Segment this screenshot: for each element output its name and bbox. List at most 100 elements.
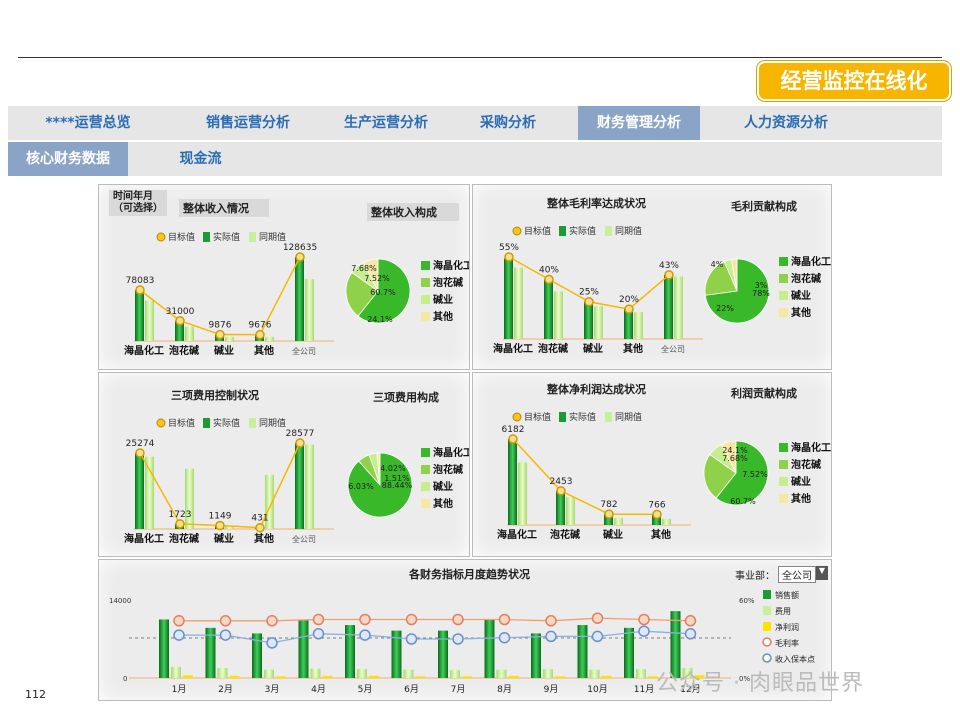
y-left-max: 14000 [109,597,131,605]
main-nav: ****运营总览 销售运营分析 生产运营分析 采购分析 财务管理分析 人力资源分… [8,106,942,140]
legend-target: 目标值 [168,417,195,429]
actual-legend-icon [203,418,210,428]
target-legend-icon [156,232,166,242]
tab-sales[interactable]: 销售运营分析 [188,106,308,140]
actual-legend-icon [559,412,566,422]
pie-label: 4% [711,260,724,269]
target-point [175,519,185,529]
panel-margin: 目标值 实际值 同期值 海晶化工 泡花碱 碱业 其他 全公司 55% 40% 25% 20% 43% 22… [472,184,832,370]
pie-legend-label: 碱业 [433,480,453,493]
gross-margin-point [405,613,418,626]
trend-legend-label: 销售额 [775,590,799,600]
breakeven-point [452,633,464,645]
bar-expense [496,669,507,678]
legend-actual: 实际值 [569,411,596,423]
pie-label: 4.02% [380,464,406,473]
target-point [255,522,265,533]
dept-select[interactable]: 全公司 [778,566,816,583]
bar-net-profit [555,676,565,678]
pie-label: 78% [752,289,770,298]
target-point [604,509,614,519]
gross-margin-point [591,612,604,624]
bar-prior [185,468,194,529]
month-label: 5月 [358,684,373,695]
bar-prior [305,278,314,341]
profit-pie-title: 利润贡献构成 [731,387,797,400]
pie-legend-swatch [421,295,430,304]
bar-sales [484,619,495,678]
pie-legend-label: 碱业 [433,293,453,306]
data-label: 766 [648,500,665,510]
legend-actual: 实际值 [213,231,240,243]
month-label: 1月 [172,684,187,695]
pie-legend-swatch [779,443,788,452]
breakeven-point [638,625,650,637]
bar-expense [403,669,414,678]
gross-margin-point [684,615,697,627]
category-label: 其他 [254,532,274,545]
target-point [544,274,554,285]
actual-legend-icon [203,232,210,242]
sub-nav: 核心财务数据 现金流 [8,142,942,176]
bar-expense [310,668,321,678]
breakeven-point [405,633,418,645]
category-label: 海晶化工 [124,344,164,357]
bar-expense [450,670,460,678]
gross-margin-point [219,615,232,627]
pie-legend-label: 泡花碱 [791,272,821,285]
bar-net-profit [322,675,333,678]
tab-core-finance[interactable]: 核心财务数据 [8,142,128,176]
pie-label: 88.44% [382,481,413,490]
legend-prior: 同期值 [615,411,642,423]
tab-hr[interactable]: 人力资源分析 [726,106,846,140]
pie-legend-swatch [421,482,430,491]
target-point [584,296,594,307]
tab-purchase[interactable]: 采购分析 [463,106,553,140]
tab-cashflow[interactable]: 现金流 [158,142,243,176]
y-left-min: 0 [123,675,127,683]
actual-legend-icon [559,226,566,236]
data-label: 782 [600,500,617,510]
bar-expense [357,669,367,678]
month-label: 7月 [451,684,466,695]
data-label: 128635 [283,243,317,253]
breakeven-point [498,631,511,644]
period-selector[interactable]: 时间年月 （可选择） [109,190,167,216]
legend-prior: 同期值 [259,417,286,429]
chevron-down-icon[interactable]: ▼ [816,566,828,580]
category-label: 其他 [651,528,671,541]
category-label: 碱业 [583,342,603,355]
target-point [215,520,225,531]
pie-legend-swatch [421,499,430,508]
breakeven-point [684,628,697,640]
trend-legend-swatch [762,653,772,663]
bar-net-profit [183,675,193,678]
month-label: 4月 [311,684,326,695]
trend-legend-label: 费用 [775,606,791,616]
target-point [175,316,185,326]
pie-legend-label: 泡花碱 [433,276,463,289]
category-label: 其他 [254,344,274,357]
tab-production[interactable]: 生产运营分析 [326,106,446,140]
category-label: 全公司 [292,346,316,356]
trend-legend-swatch [762,637,772,647]
data-label: 28577 [286,429,315,439]
data-label: 31000 [166,307,195,317]
legend-prior: 同期值 [615,225,642,237]
category-label: 泡花碱 [538,342,568,355]
tab-finance[interactable]: 财务管理分析 [578,106,700,140]
gross-margin-point [173,615,185,627]
bar-prior [614,518,623,525]
margin-title: 整体毛利率达成状况 [547,197,646,210]
pie-label: 22% [716,304,734,313]
bar-prior [145,456,154,529]
panel-expense: 目标值 实际值 同期值 海晶化工 泡花碱 碱业 其他 全公司 25274 1723 1149 431 2… [98,372,470,557]
category-label: 全公司 [661,344,685,354]
gross-margin-point [359,613,371,626]
target-legend-icon [512,226,522,236]
target-point [664,270,674,280]
data-label: 6182 [502,425,525,435]
tab-overview[interactable]: ****运营总览 [18,106,158,140]
data-label: 25274 [126,439,155,449]
bar-actual [584,301,593,339]
